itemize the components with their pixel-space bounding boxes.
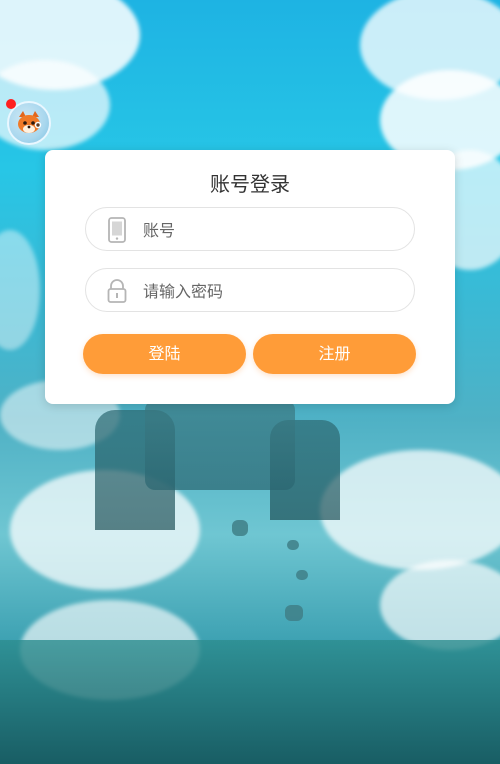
password-input[interactable] — [141, 269, 405, 313]
password-field — [85, 268, 415, 313]
account-field — [85, 207, 415, 252]
login-card: 账号登录 登陆 注册 — [45, 150, 455, 404]
lock-icon — [107, 279, 127, 303]
register-button[interactable]: 注册 — [253, 334, 416, 374]
fox-face — [18, 111, 42, 133]
notification-dot — [6, 99, 16, 109]
phone-icon — [108, 217, 126, 243]
account-input[interactable] — [141, 208, 405, 252]
page-title: 账号登录 — [210, 172, 290, 196]
login-button[interactable]: 登陆 — [83, 334, 246, 374]
